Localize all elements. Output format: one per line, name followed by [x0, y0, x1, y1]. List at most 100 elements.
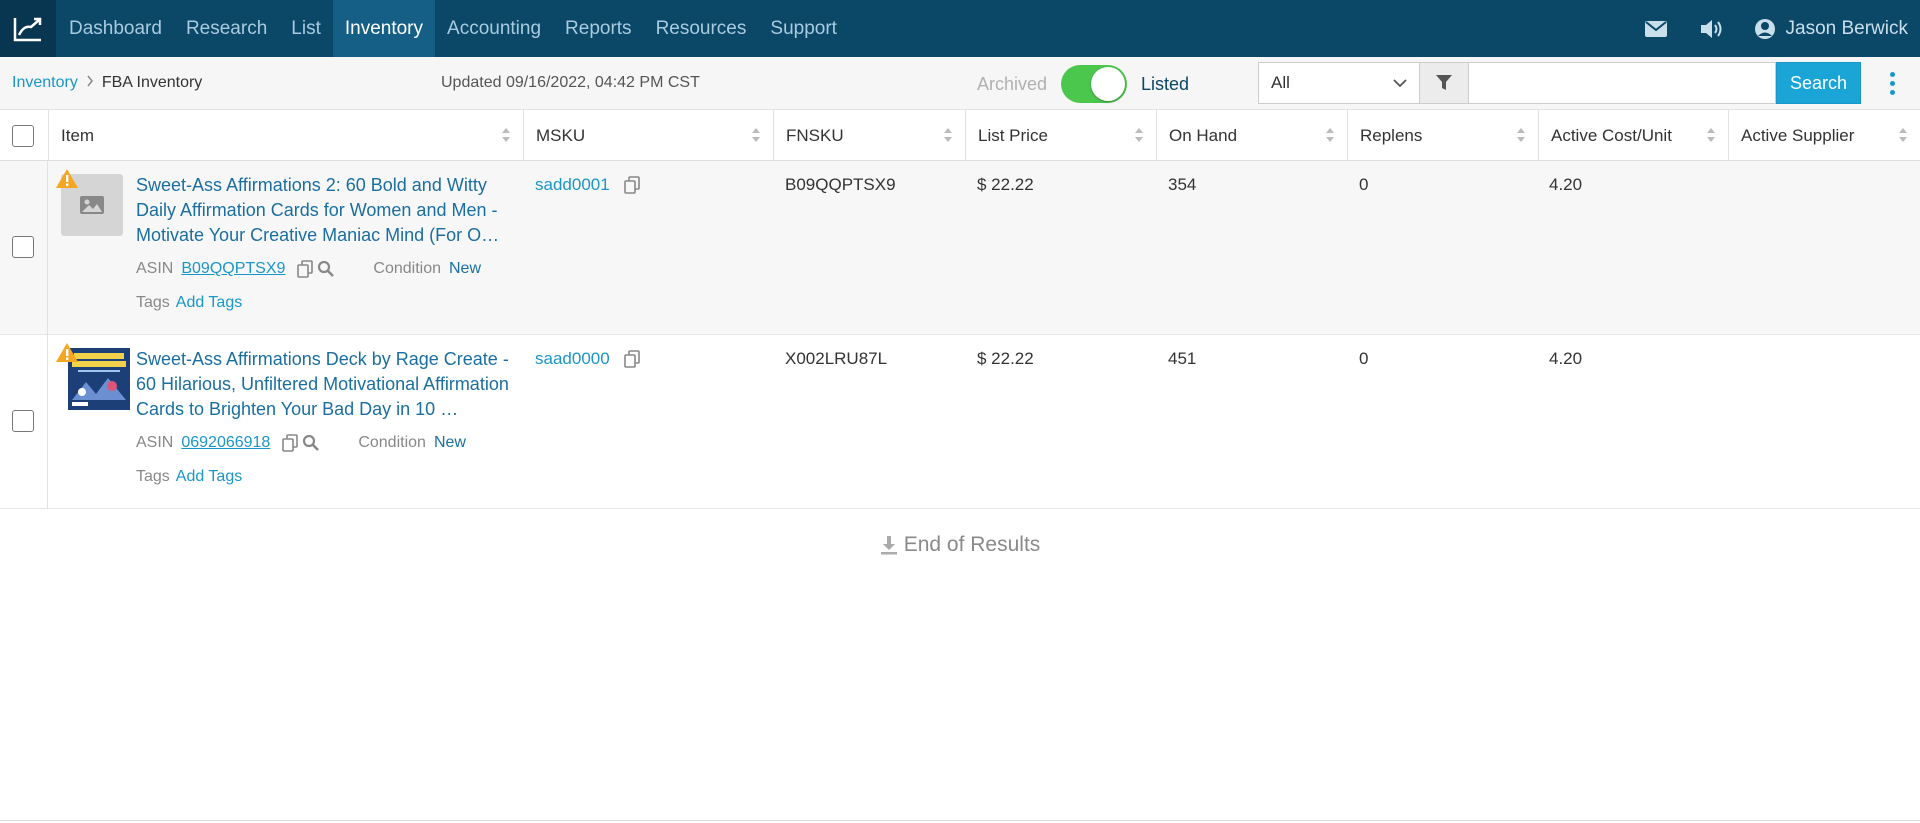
sort-icon	[944, 128, 952, 142]
sort-icon	[752, 128, 760, 142]
breadcrumb: Inventory FBA Inventory	[12, 74, 202, 92]
mail-icon[interactable]	[1642, 15, 1670, 43]
sort-icon	[1707, 128, 1715, 142]
chevron-down-icon	[1393, 78, 1407, 87]
nav-list[interactable]: List	[279, 0, 333, 57]
breadcrumb-inventory[interactable]: Inventory	[12, 74, 78, 92]
asin-label: ASIN	[136, 434, 174, 451]
table-row: Sweet-Ass Affirmations 2: 60 Bold and Wi…	[0, 161, 1920, 335]
row-checkbox[interactable]	[12, 236, 34, 258]
column-header-replens[interactable]: Replens	[1347, 110, 1538, 161]
column-label: Replens	[1360, 125, 1423, 145]
column-label: FNSKU	[786, 125, 844, 145]
top-nav: Dashboard Research List Inventory Accoun…	[0, 0, 1920, 57]
replens-cell: 0	[1359, 175, 1369, 194]
chevron-right-icon	[86, 74, 94, 92]
fnsku-cell: X002LRU87L	[785, 349, 888, 368]
copy-icon[interactable]	[297, 260, 314, 278]
divider	[0, 820, 1920, 821]
archived-listed-toggle[interactable]	[1061, 65, 1128, 103]
search-icon[interactable]	[317, 260, 335, 278]
nav-reports[interactable]: Reports	[553, 0, 644, 57]
add-tags-link[interactable]: Add Tags	[176, 468, 242, 486]
nav-support[interactable]: Support	[758, 0, 849, 57]
fnsku-cell: B09QQPTSX9	[785, 175, 896, 194]
column-header-msku[interactable]: MSKU	[523, 110, 773, 161]
msku-link[interactable]: sadd0001	[535, 175, 610, 195]
copy-icon[interactable]	[623, 176, 640, 194]
copy-icon[interactable]	[282, 434, 299, 452]
end-of-results-label: End of Results	[903, 533, 1041, 556]
asin-link[interactable]: B09QQPTSX9	[181, 260, 285, 278]
search-input[interactable]	[1469, 62, 1776, 104]
column-label: Item	[61, 125, 95, 145]
user-name: Jason Berwick	[1785, 17, 1909, 39]
replens-cell: 0	[1359, 349, 1369, 368]
column-header-on-hand[interactable]: On Hand	[1156, 110, 1347, 161]
row-select-cell	[0, 161, 48, 335]
msku-link[interactable]: saad0000	[535, 349, 610, 369]
speaker-icon[interactable]	[1698, 15, 1726, 43]
filter-select[interactable]: All	[1258, 62, 1420, 104]
sort-icon	[1326, 128, 1334, 142]
warning-icon[interactable]	[55, 342, 79, 363]
column-header-item[interactable]: Item	[48, 110, 523, 161]
table-row: Sweet-Ass Affirmations Deck by Rage Crea…	[0, 335, 1920, 509]
nav-dashboard[interactable]: Dashboard	[57, 0, 174, 57]
breadcrumb-current: FBA Inventory	[101, 74, 203, 91]
asin-line: ASIN 0692066918 Condition New	[136, 434, 466, 452]
search-button[interactable]: Search	[1776, 62, 1861, 104]
warning-icon[interactable]	[55, 168, 79, 189]
list-price-cell: $ 22.22	[977, 175, 1034, 194]
table-header: Item MSKU FNSKU List Price On Hand Reple…	[0, 110, 1920, 161]
search-icon[interactable]	[302, 434, 320, 452]
column-label: On Hand	[1169, 125, 1238, 145]
image-icon	[80, 196, 104, 214]
listed-label: Listed	[1141, 73, 1190, 94]
filter-button[interactable]	[1420, 62, 1469, 104]
condition-value: New	[449, 260, 482, 277]
column-label: Active Cost/Unit	[1551, 125, 1672, 145]
column-label: Active Supplier	[1741, 125, 1855, 145]
msku-cell: sadd0001	[535, 175, 640, 195]
funnel-icon	[1436, 75, 1452, 90]
sort-icon	[1517, 128, 1525, 142]
tags-label: Tags	[136, 468, 170, 485]
sort-icon	[1135, 128, 1143, 142]
select-all-checkbox[interactable]	[12, 124, 34, 147]
column-header-fnsku[interactable]: FNSKU	[773, 110, 965, 161]
nav-inventory[interactable]: Inventory	[332, 0, 436, 57]
product-title-link[interactable]: Sweet-Ass Affirmations 2: 60 Bold and Wi…	[136, 173, 511, 248]
copy-icon[interactable]	[623, 350, 640, 368]
sort-icon	[1899, 128, 1907, 142]
column-header-active-supplier[interactable]: Active Supplier	[1728, 110, 1920, 161]
add-tags-link[interactable]: Add Tags	[176, 294, 242, 312]
list-price-cell: $ 22.22	[977, 349, 1034, 368]
column-header-active-cost[interactable]: Active Cost/Unit	[1538, 110, 1728, 161]
nav-research[interactable]: Research	[174, 0, 279, 57]
product-title-link[interactable]: Sweet-Ass Affirmations Deck by Rage Crea…	[136, 347, 511, 422]
more-options-icon[interactable]	[1885, 67, 1899, 99]
asin-link[interactable]: 0692066918	[181, 434, 270, 452]
filter-select-value: All	[1271, 73, 1290, 92]
download-arrow-icon	[880, 536, 897, 555]
active-cost-cell: 4.20	[1549, 349, 1583, 368]
sort-icon	[502, 128, 510, 142]
chart-logo-icon	[13, 17, 42, 41]
tags-label: Tags	[136, 294, 170, 311]
condition-label: Condition	[358, 434, 426, 451]
archived-label: Archived	[977, 73, 1048, 94]
end-of-results: End of Results	[0, 533, 1920, 557]
logo[interactable]	[0, 0, 56, 57]
on-hand-cell: 451	[1168, 349, 1197, 368]
condition-label: Condition	[373, 260, 441, 277]
nav-accounting[interactable]: Accounting	[435, 0, 553, 57]
column-label: MSKU	[536, 125, 586, 145]
row-checkbox[interactable]	[12, 410, 34, 432]
column-header-list-price[interactable]: List Price	[965, 110, 1156, 161]
msku-cell: saad0000	[535, 349, 640, 369]
user-menu[interactable]: Jason Berwick	[1754, 17, 1909, 40]
nav-resources[interactable]: Resources	[644, 0, 759, 57]
asin-label: ASIN	[136, 260, 174, 277]
on-hand-cell: 354	[1168, 175, 1197, 194]
